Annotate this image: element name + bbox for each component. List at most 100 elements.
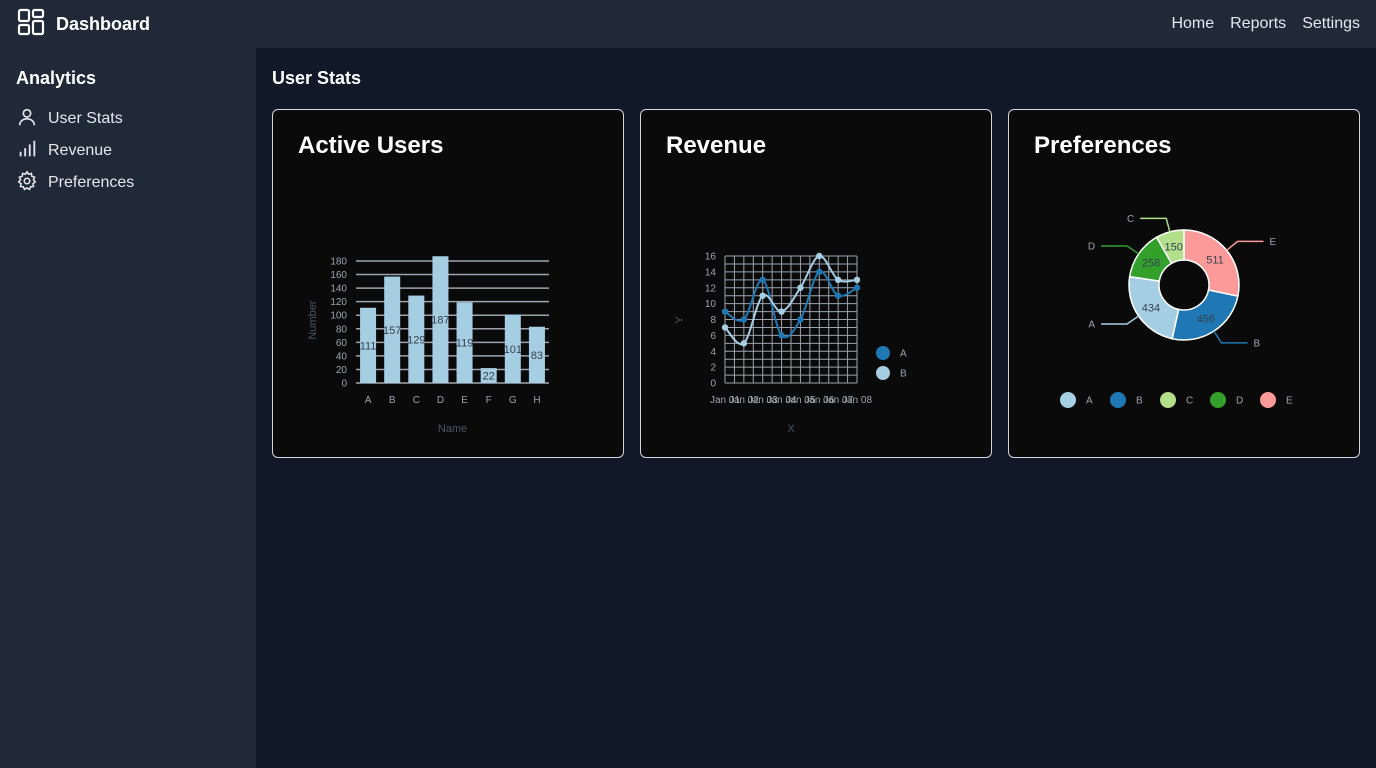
nav-reports-link[interactable]: Reports [1230, 15, 1286, 33]
y-tick-label: 6 [710, 331, 716, 342]
page-title: User Stats [272, 68, 362, 88]
preferences-donut-chart: 511 E 456 B 434 A 258 D 150 C A B C D E [1060, 214, 1293, 408]
active-users-bar-chart: 0 20 40 60 80 100 120 140 160 180 111 A 157 B 129 C 187 D… [307, 256, 549, 435]
preferences-card: Preferences 511 E 456 B 434 A 258 D 150 C A B C D E [1008, 109, 1360, 458]
sidebar-item-user-stats[interactable]: User Stats [16, 103, 240, 135]
x-tick-label: H [533, 395, 540, 406]
leader-line [1226, 240, 1264, 251]
data-point [834, 292, 842, 299]
data-point [853, 284, 861, 291]
y-tick-label: 60 [336, 338, 348, 349]
slice-value-label: 511 [1206, 255, 1224, 267]
brand[interactable]: Dashboard [16, 7, 150, 42]
top-bar: Dashboard Home Reports Settings [0, 0, 1376, 48]
y-tick-label: 160 [330, 270, 347, 281]
sidebar-item-label: User Stats [48, 110, 123, 127]
sidebar-item-revenue[interactable]: Revenue [16, 135, 240, 167]
bar-value-label: 111 [360, 340, 377, 352]
x-tick-label: E [461, 395, 468, 406]
y-tick-label: 4 [710, 347, 716, 358]
slice-value-label: 258 [1142, 257, 1160, 269]
leader-line [1140, 217, 1171, 233]
slice-name-label: E [1270, 237, 1277, 248]
dashboard-icon [16, 7, 46, 42]
active-users-card: Active Users 0 20 40 60 80 100 120 140 160 180 111… [272, 109, 624, 458]
y-tick-label: 16 [705, 252, 717, 263]
slice-value-label: 456 [1197, 314, 1215, 326]
slice-value-label: 434 [1142, 303, 1160, 315]
slice-name-label: D [1088, 241, 1095, 252]
y-tick-label: 180 [330, 257, 347, 268]
slice-value-label: 150 [1165, 241, 1183, 253]
data-point [778, 332, 785, 339]
x-axis-label: Name [438, 423, 467, 435]
legend-label: E [1286, 396, 1293, 407]
y-tick-label: 140 [330, 284, 347, 295]
y-tick-label: 0 [341, 379, 347, 390]
bar-value-label: 119 [456, 338, 474, 350]
y-axis-label: Number [307, 300, 319, 339]
x-tick-label: A [365, 395, 372, 406]
revenue-card: Revenue 0 2 4 6 8 10 12 14 16 Jan 01 Jan 02 Jan 03 J… [640, 109, 992, 458]
data-point [797, 284, 804, 291]
x-tick-label: C [413, 395, 420, 406]
data-point [816, 268, 823, 276]
y-tick-label: 8 [710, 315, 716, 326]
slice-name-label: B [1254, 338, 1261, 349]
bar-value-label: 101 [504, 344, 522, 356]
legend-label: A [1086, 396, 1093, 407]
legend-swatch [876, 366, 890, 380]
user-icon [16, 106, 38, 133]
bar-value-label: 157 [383, 325, 401, 337]
leader-line [1101, 245, 1140, 255]
slice-name-label: A [1088, 319, 1095, 330]
y-tick-label: 14 [705, 267, 717, 278]
y-tick-label: 10 [705, 299, 717, 310]
x-axis-label: X [787, 423, 795, 435]
x-tick-label: F [486, 395, 492, 406]
x-tick-label: Jan 08 [842, 395, 872, 406]
main-content: User Stats Active Users 0 20 40 60 80 100 120 1… [256, 48, 1376, 768]
bar-value-label: 129 [407, 334, 425, 346]
data-point [721, 308, 729, 315]
legend-label: B [900, 369, 907, 380]
sidebar-item-preferences[interactable]: Preferences [16, 167, 240, 199]
x-tick-label: D [437, 395, 444, 406]
legend-swatch [876, 346, 890, 360]
bar-value-label: 22 [483, 371, 495, 383]
nav-home-link[interactable]: Home [1171, 15, 1214, 33]
y-axis-label: Y [674, 316, 686, 324]
legend-swatch [1160, 392, 1176, 408]
sidebar-item-label: Revenue [48, 142, 113, 159]
bar-value-label: 83 [531, 350, 543, 362]
data-point [740, 316, 748, 323]
revenue-line-chart: 0246810121416Jan 01Jan 02Jan 03Jan 04Jan… [674, 252, 907, 436]
sidebar-heading: Analytics [16, 68, 97, 88]
bar-value-label: 187 [431, 315, 449, 327]
data-point [853, 276, 861, 284]
legend-swatch [1210, 392, 1226, 408]
data-point [759, 292, 766, 299]
y-tick-label: 12 [705, 283, 717, 294]
leader-line [1213, 330, 1248, 344]
data-point [759, 276, 766, 284]
nav-settings-link[interactable]: Settings [1302, 15, 1360, 33]
leader-line [1101, 315, 1140, 325]
y-tick-label: 0 [710, 379, 716, 390]
data-point [721, 324, 729, 331]
data-point [778, 308, 785, 315]
legend-swatch [1110, 392, 1126, 408]
data-point [740, 340, 748, 347]
top-nav: Home Reports Settings [1171, 15, 1360, 33]
y-tick-label: 2 [710, 363, 716, 374]
y-tick-label: 120 [330, 297, 347, 308]
legend-swatch [1060, 392, 1076, 408]
sidebar: Analytics User Stats Revenue Preferences [0, 48, 256, 768]
x-tick-label: G [509, 395, 517, 406]
legend-label: D [1236, 396, 1243, 407]
card-row: Active Users 0 20 40 60 80 100 120 140 160 180 111… [272, 109, 1360, 458]
app-title: Dashboard [56, 13, 151, 34]
y-tick-label: 100 [330, 311, 347, 322]
y-tick-label: 40 [336, 351, 348, 362]
y-tick-label: 80 [336, 324, 348, 335]
